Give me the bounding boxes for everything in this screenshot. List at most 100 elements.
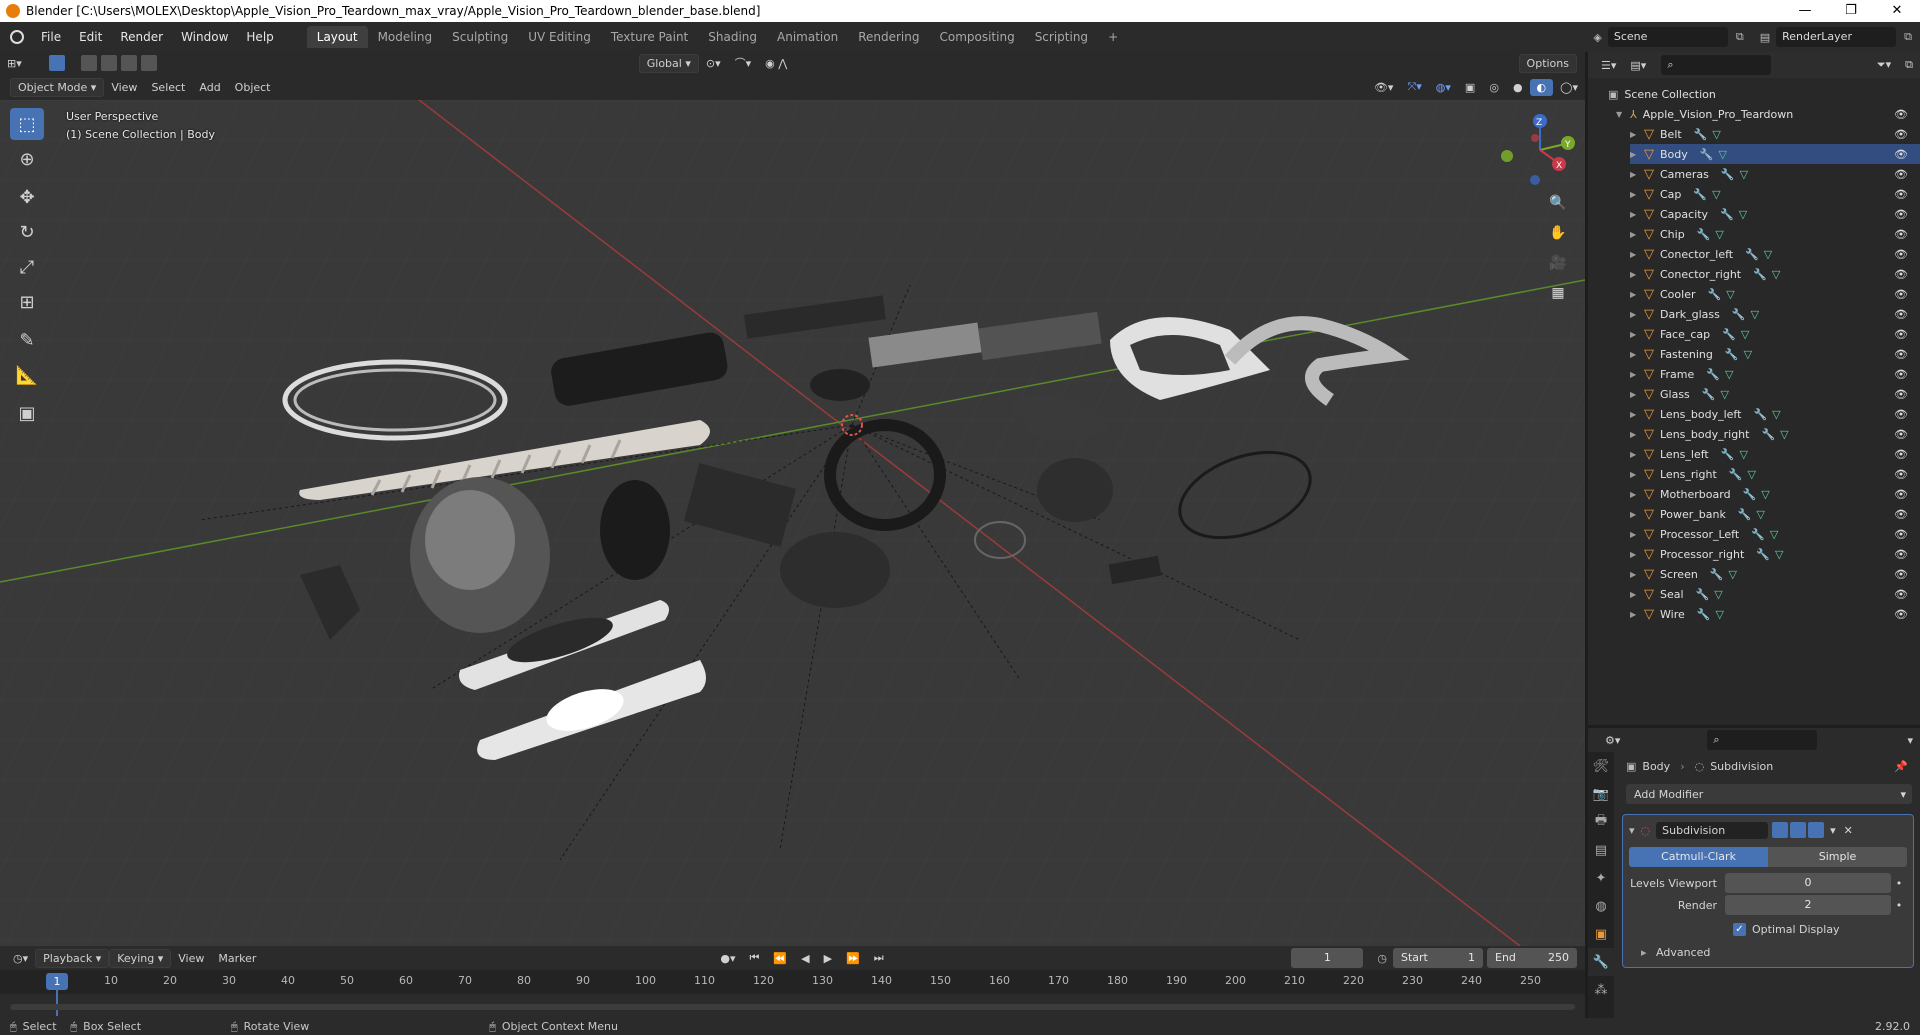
visibility-eye-icon[interactable]: 👁 (1894, 228, 1908, 241)
mesh-data-icon[interactable]: ▽ (1715, 608, 1723, 621)
menu-window[interactable]: Window (172, 30, 237, 44)
visibility-eye-icon[interactable]: 👁 (1894, 128, 1908, 141)
modifier-wrench-icon[interactable]: 🔧 (1696, 588, 1710, 601)
render-toggle-icon[interactable] (1808, 822, 1825, 838)
modifier-wrench-icon[interactable]: 🔧 (1722, 328, 1736, 341)
record-icon[interactable]: ●▾ (713, 950, 742, 967)
particles-tab-icon[interactable]: ⁂ (1588, 976, 1614, 1004)
play-icon[interactable]: ▶ (817, 950, 839, 967)
rotate-tool[interactable]: ↻ (10, 216, 44, 248)
outliner-item[interactable]: ▶ ▽ Cooler 🔧 ▽ 👁 (1630, 284, 1920, 304)
camera-view-icon[interactable]: 🎥 (1545, 250, 1571, 276)
timeline-editor-type-icon[interactable]: ◷▾ (6, 950, 35, 967)
visibility-eye-icon[interactable]: 👁 (1894, 548, 1908, 561)
modifier-wrench-icon[interactable]: 🔧 (1706, 368, 1720, 381)
keying-menu[interactable]: Keying ▾ (109, 948, 172, 968)
visibility-eye-icon[interactable]: 👁 (1894, 168, 1908, 181)
add-workspace-button[interactable]: + (1098, 26, 1128, 48)
outliner-item[interactable]: ▶ ▽ Fastening 🔧 ▽ 👁 (1630, 344, 1920, 364)
mesh-data-icon[interactable]: ▽ (1747, 468, 1755, 481)
mesh-data-icon[interactable]: ▽ (1780, 428, 1788, 441)
mesh-data-icon[interactable]: ▽ (1725, 368, 1733, 381)
outliner-search-input[interactable]: ⌕ (1661, 55, 1772, 75)
outliner-item[interactable]: ▶ ▽ Chip 🔧 ▽ 👁 (1630, 224, 1920, 244)
maximize-button[interactable]: ❐ (1828, 0, 1874, 22)
timeline-ruler[interactable]: 1 10 20 30 40 50 60 70 80 90 100 110 120 130 140 150 16… (0, 970, 1585, 1016)
modifier-wrench-icon[interactable]: 🔧 (1700, 148, 1714, 161)
expand-arrow-icon[interactable]: ▼ (1616, 110, 1630, 119)
menu-help[interactable]: Help (237, 30, 282, 44)
outliner-item[interactable]: ▶ ▽ Frame 🔧 ▽ 👁 (1630, 364, 1920, 384)
modifier-wrench-icon[interactable]: 🔧 (1702, 388, 1716, 401)
add-cube-tool[interactable]: ▣ (10, 397, 44, 429)
tab-layout[interactable]: Layout (306, 26, 368, 48)
outliner-item[interactable]: ▶ ▽ Lens_body_right 🔧 ▽ 👁 (1630, 424, 1920, 444)
remove-modifier-icon[interactable]: ✕ (1844, 824, 1853, 837)
simple-button[interactable]: Simple (1768, 847, 1907, 867)
modifier-wrench-icon[interactable]: 🔧 (1761, 428, 1775, 441)
outliner-item[interactable]: ▶ ▽ Processor_right 🔧 ▽ 👁 (1630, 544, 1920, 564)
visibility-eye-icon[interactable]: 👁 (1894, 288, 1908, 301)
annotate-tool[interactable]: ✎ (10, 324, 44, 356)
expand-arrow-icon[interactable]: ▶ (1630, 230, 1644, 239)
expand-arrow-icon[interactable]: ▶ (1630, 310, 1644, 319)
mesh-data-icon[interactable]: ▽ (1712, 188, 1720, 201)
mesh-data-icon[interactable]: ▽ (1757, 508, 1765, 521)
mesh-data-icon[interactable]: ▽ (1718, 148, 1726, 161)
zoom-icon[interactable]: 🔍 (1545, 190, 1571, 216)
mesh-data-icon[interactable]: ▽ (1761, 488, 1769, 501)
modifier-wrench-icon[interactable]: 🔧 (1710, 568, 1724, 581)
expand-arrow-icon[interactable]: ▶ (1630, 270, 1644, 279)
mesh-data-icon[interactable]: ▽ (1712, 128, 1720, 141)
object-tab-icon[interactable]: ▣ (1588, 920, 1614, 948)
modifier-wrench-icon[interactable]: 🔧 (1697, 228, 1711, 241)
modifier-wrench-icon[interactable]: 🔧 (1756, 548, 1770, 561)
object-menu[interactable]: Object (228, 79, 278, 96)
mesh-data-icon[interactable]: ▽ (1714, 588, 1722, 601)
jump-end-icon[interactable]: ⏭ (867, 949, 891, 967)
xray-icon[interactable]: ▣ (1458, 79, 1482, 96)
viewport-toggle-icon[interactable] (1790, 822, 1807, 838)
modifier-wrench-icon[interactable]: 🔧 (1720, 208, 1734, 221)
collapse-arrow-icon[interactable]: ▾ (1629, 824, 1635, 837)
visibility-eye-icon[interactable]: 👁 (1894, 528, 1908, 541)
levels-viewport-field[interactable]: 0 (1725, 873, 1891, 893)
tab-uv-editing[interactable]: UV Editing (518, 26, 601, 48)
expand-arrow-icon[interactable]: ▶ (1630, 490, 1644, 499)
visibility-eye-icon[interactable]: 👁 (1894, 328, 1908, 341)
visibility-eye-icon[interactable]: 👁 (1894, 488, 1908, 501)
tab-shading[interactable]: Shading (698, 26, 767, 48)
mesh-data-icon[interactable]: ▽ (1772, 408, 1780, 421)
expand-arrow-icon[interactable]: ▶ (1630, 370, 1644, 379)
tab-sculpting[interactable]: Sculpting (442, 26, 518, 48)
new-layer-icon[interactable]: ⧉ (1904, 30, 1912, 44)
close-button[interactable]: ✕ (1874, 0, 1920, 22)
expand-arrow-icon[interactable]: ▶ (1630, 510, 1644, 519)
expand-arrow-icon[interactable]: ▶ (1630, 250, 1644, 259)
visibility-eye-icon[interactable]: 👁 (1894, 468, 1908, 481)
menu-render[interactable]: Render (111, 30, 172, 44)
tab-modeling[interactable]: Modeling (368, 26, 443, 48)
playback-menu[interactable]: Playback ▾ (35, 948, 110, 968)
properties-options-icon[interactable]: ▾ (1900, 732, 1920, 749)
expand-arrow-icon[interactable]: ▶ (1630, 130, 1644, 139)
outliner-item[interactable]: ▶ ▽ Power_bank 🔧 ▽ 👁 (1630, 504, 1920, 524)
modifier-wrench-icon[interactable]: 🔧 (1745, 248, 1759, 261)
blender-menu-icon[interactable] (10, 30, 24, 44)
solid-shading-icon[interactable]: ● (1506, 79, 1530, 96)
mesh-data-icon[interactable]: ▽ (1770, 528, 1778, 541)
cursor-tool[interactable]: ⊕ (10, 143, 44, 175)
expand-arrow-icon[interactable]: ▶ (1630, 390, 1644, 399)
scene-tab-icon[interactable]: ✦ (1588, 864, 1614, 892)
select-box-tool[interactable]: ⬚ (10, 108, 44, 140)
pin-icon[interactable]: 📌 (1894, 760, 1908, 773)
visibility-eye-icon[interactable]: 👁 (1894, 428, 1908, 441)
properties-search-input[interactable]: ⌕ (1707, 730, 1818, 750)
modifier-wrench-icon[interactable]: 🔧 (1729, 468, 1743, 481)
visibility-eye-icon[interactable]: 👁 (1894, 248, 1908, 261)
scene-collection-row[interactable]: ▣ Scene Collection (1608, 84, 1920, 104)
expand-arrow-icon[interactable]: ▶ (1630, 570, 1644, 579)
current-frame-field[interactable]: 1 (1291, 948, 1364, 968)
outliner-item[interactable]: ▶ ▽ Lens_right 🔧 ▽ 👁 (1630, 464, 1920, 484)
expand-arrow-icon[interactable]: ▶ (1630, 170, 1644, 179)
